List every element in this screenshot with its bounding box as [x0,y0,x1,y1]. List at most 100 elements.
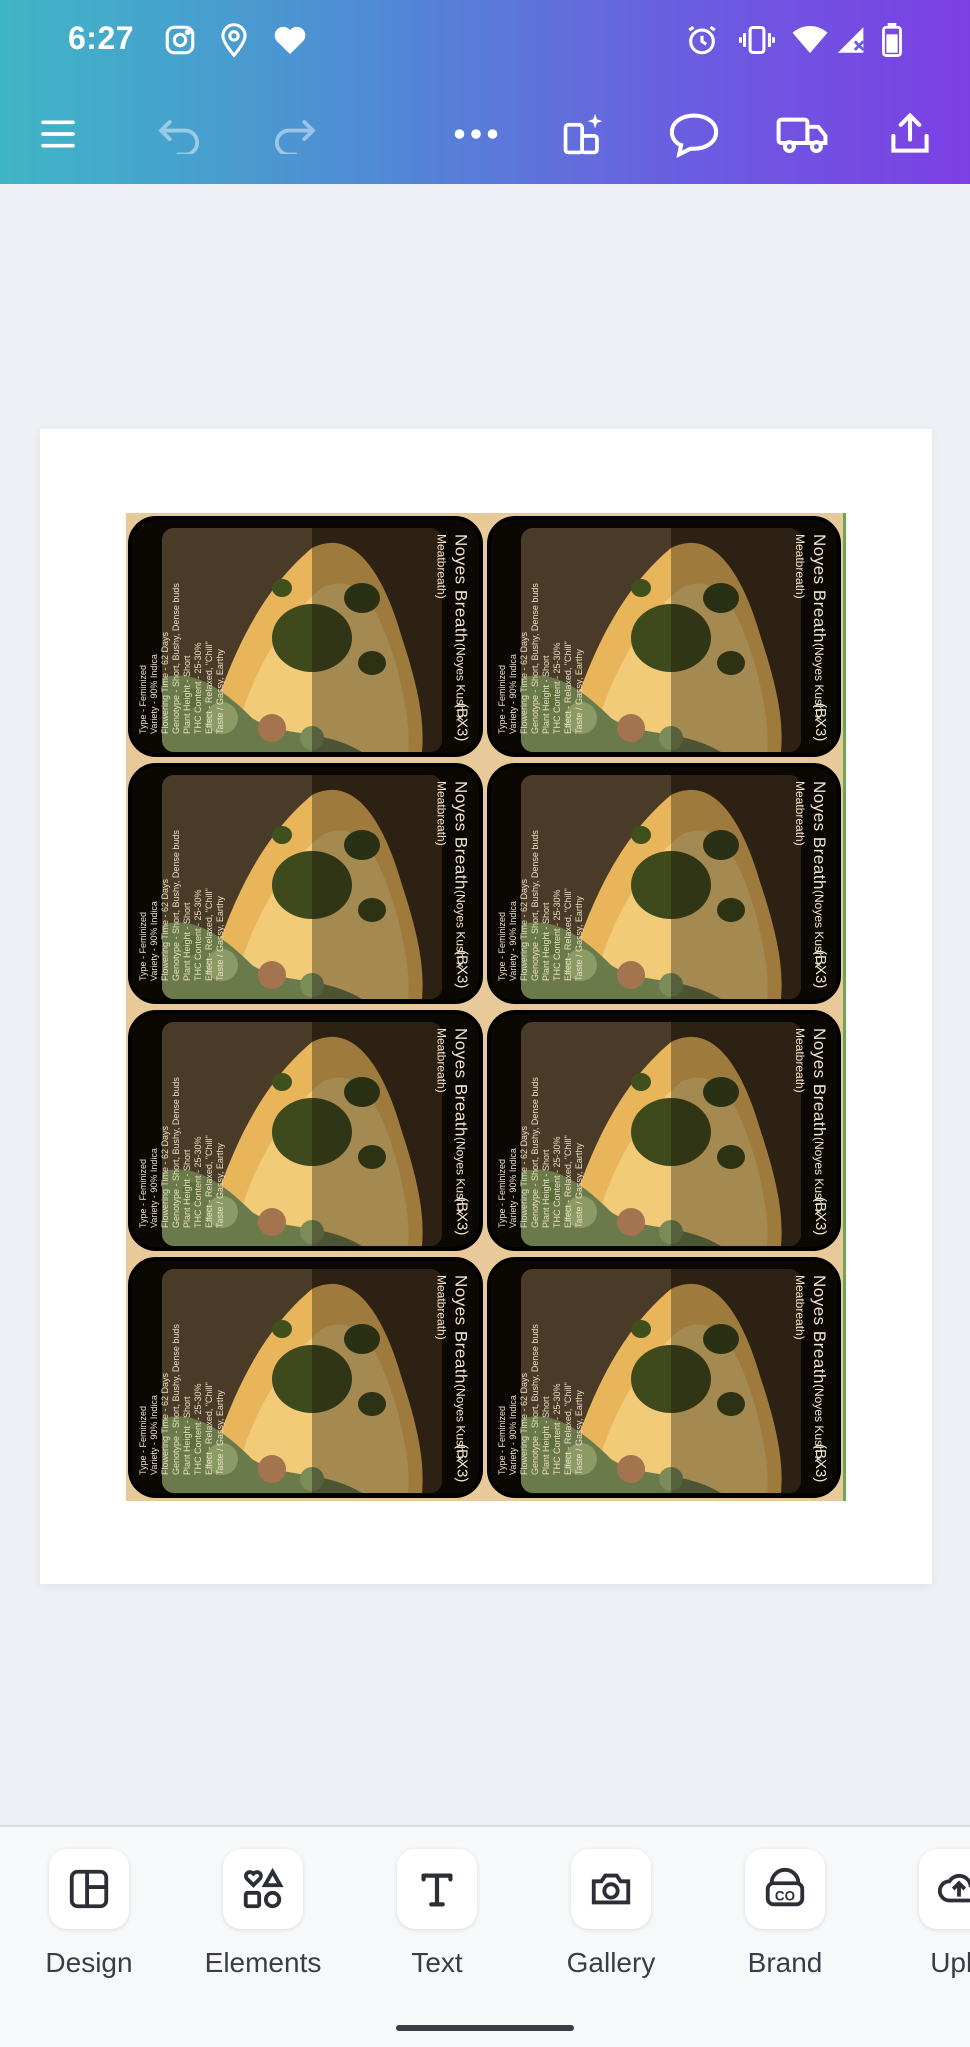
label-card[interactable]: Type - Feminized Variety - 90% Indica Flow… [128,763,483,1004]
editor-toolbar [0,84,970,184]
print-delivery-icon[interactable] [766,98,838,170]
strain-generation: (BX3) [453,1196,471,1235]
design-canvas-area[interactable]: Type - Feminized Variety - 90% Indica Flow… [0,184,970,1824]
brand-kit-icon: CO [745,1849,825,1929]
home-indicator[interactable] [396,2025,574,2031]
strain-name: Noyes Breath [810,1028,829,1137]
wifi-icon [790,20,830,60]
strain-detail-line: Effect - Relaxed, "Chill" [204,1382,214,1475]
label-card[interactable]: Type - Feminized Variety - 90% Indica Flow… [128,1010,483,1251]
strain-detail-line: Taste / Gassy, Earthy [215,1390,225,1475]
strain-detail-line: Type - Feminized [496,664,507,734]
strain-detail-line: Taste / Gassy, Earthy [573,896,584,981]
strain-detail-line: THC Content - 25-30% [193,1383,203,1475]
strain-detail-line: Effect - Relaxed, "Chill" [204,641,214,734]
redo-icon[interactable] [258,98,330,170]
strain-details-text: Type - Feminized Variety - 90% Indica Flow… [497,781,607,981]
strain-detail-line: Variety - 90% Indica [507,1148,518,1228]
strain-detail-line: Genotype - Short, Bushy, Dense buds [529,1324,540,1475]
strain-generation: (BX3) [812,1196,829,1235]
strain-detail-line: Variety - 90% Indica [507,901,518,981]
strain-detail-line: Effect - Relaxed, "Chill" [562,888,573,981]
top-app-bar: 6:27 [0,0,970,184]
comment-icon[interactable] [658,98,730,170]
brand-label: Brand [747,1947,823,1978]
strain-details-text: Type - Feminized Variety - 90% Indica Flow… [138,781,248,981]
alarm-icon [682,20,722,60]
uploads-label: Uplo [930,1947,970,1978]
label-card[interactable]: Type - Feminized Variety - 90% Indica Flow… [486,1010,841,1251]
strain-detail-line: Type - Feminized [138,1405,148,1475]
magic-resize-icon[interactable] [548,98,620,170]
strain-detail-line: Effect - Relaxed, "Chill" [562,1382,573,1475]
text-label: Text [411,1947,463,1978]
strain-details-text: Type - Feminized Variety - 90% Indica Flow… [497,1028,607,1228]
strain-detail-line: Genotype - Short, Bushy, Dense buds [529,1077,540,1228]
design-tab[interactable]: Design [14,1849,164,1989]
strain-detail-line: Type - Feminized [496,1158,507,1228]
strain-detail-line: Genotype - Short, Bushy, Dense buds [171,583,181,734]
label-card[interactable]: Type - Feminized Variety - 90% Indica Flow… [486,516,841,757]
strain-detail-line: Taste / Gassy, Earthy [573,649,584,734]
strain-detail-line: THC Content - 25-30% [551,642,562,734]
label-sheet[interactable]: Type - Feminized Variety - 90% Indica Flow… [126,513,846,1501]
strain-generation: (BX3) [453,702,471,741]
strain-detail-line: Genotype - Short, Bushy, Dense buds [529,830,540,981]
undo-icon[interactable] [144,98,216,170]
svg-text:CO: CO [775,1889,795,1904]
strain-detail-line: Effect - Relaxed, "Chill" [204,1135,214,1228]
more-dots-icon[interactable] [440,98,512,170]
strain-detail-line: THC Content - 25-30% [551,1136,562,1228]
strain-generation: (BX3) [812,949,829,988]
strain-detail-line: Flowering Time - 62 Days [160,1125,170,1228]
strain-generation: (BX3) [812,702,829,741]
instagram-icon [160,20,200,60]
strain-details-text: Type - Feminized Variety - 90% Indica Flow… [138,534,248,734]
cloud-upload-icon [919,1849,970,1929]
strain-generation: (BX3) [453,1443,471,1482]
vibrate-icon [737,20,777,60]
strain-name: Noyes Breath [810,781,829,890]
strain-detail-line: Type - Feminized [138,664,148,734]
hamburger-menu-icon[interactable] [22,98,94,170]
strain-detail-line: Flowering Time - 62 Days [160,1372,170,1475]
strain-name: Noyes Breath [451,1275,471,1384]
strain-detail-line: Taste / Gassy, Earthy [215,896,225,981]
shapes-icon [223,1849,303,1929]
label-card[interactable]: Type - Feminized Variety - 90% Indica Flow… [128,516,483,757]
strain-details-text: Type - Feminized Variety - 90% Indica Flow… [138,1275,248,1475]
strain-detail-line: Genotype - Short, Bushy, Dense buds [171,1077,181,1228]
strain-details-text: Type - Feminized Variety - 90% Indica Flow… [497,1275,607,1475]
label-card[interactable]: Type - Feminized Variety - 90% Indica Flow… [128,1257,483,1498]
strain-detail-line: Genotype - Short, Bushy, Dense buds [171,830,181,981]
layout-icon [49,1849,129,1929]
gallery-tab[interactable]: Gallery [536,1849,686,1989]
strain-detail-line: Genotype - Short, Bushy, Dense buds [171,1324,181,1475]
strain-detail-line: Effect - Relaxed, "Chill" [562,1135,573,1228]
signal-icon [832,20,872,60]
strain-name: Noyes Breath [810,1275,829,1384]
strain-detail-line: THC Content - 25-30% [193,1136,203,1228]
label-card[interactable]: Type - Feminized Variety - 90% Indica Flow… [486,763,841,1004]
strain-detail-line: Type - Feminized [496,911,507,981]
label-card[interactable]: Type - Feminized Variety - 90% Indica Flow… [486,1257,841,1498]
brand-tab[interactable]: CO Brand [710,1849,860,1989]
strain-detail-line: Flowering Time - 62 Days [518,631,529,734]
design-page[interactable]: Type - Feminized Variety - 90% Indica Flow… [40,429,932,1584]
strain-detail-line: Plant Height - Short [540,655,551,734]
strain-detail-line: Variety - 90% Indica [149,1148,159,1228]
location-pin-icon [214,20,254,60]
text-tab[interactable]: Text [362,1849,512,1989]
strain-detail-line: Taste / Gassy, Earthy [573,1390,584,1475]
elements-tab[interactable]: Elements [188,1849,338,1989]
strain-detail-line: Flowering Time - 62 Days [160,631,170,734]
strain-detail-line: Variety - 90% Indica [149,654,159,734]
strain-detail-line: Variety - 90% Indica [149,1395,159,1475]
strain-detail-line: Variety - 90% Indica [507,1395,518,1475]
share-upload-icon[interactable] [874,98,946,170]
strain-detail-line: Flowering Time - 62 Days [518,1372,529,1475]
strain-detail-line: Plant Height - Short [182,1396,192,1475]
uploads-tab[interactable]: Uplo [884,1849,970,1989]
strain-name: Noyes Breath [810,534,829,643]
strain-detail-line: Genotype - Short, Bushy, Dense buds [529,583,540,734]
